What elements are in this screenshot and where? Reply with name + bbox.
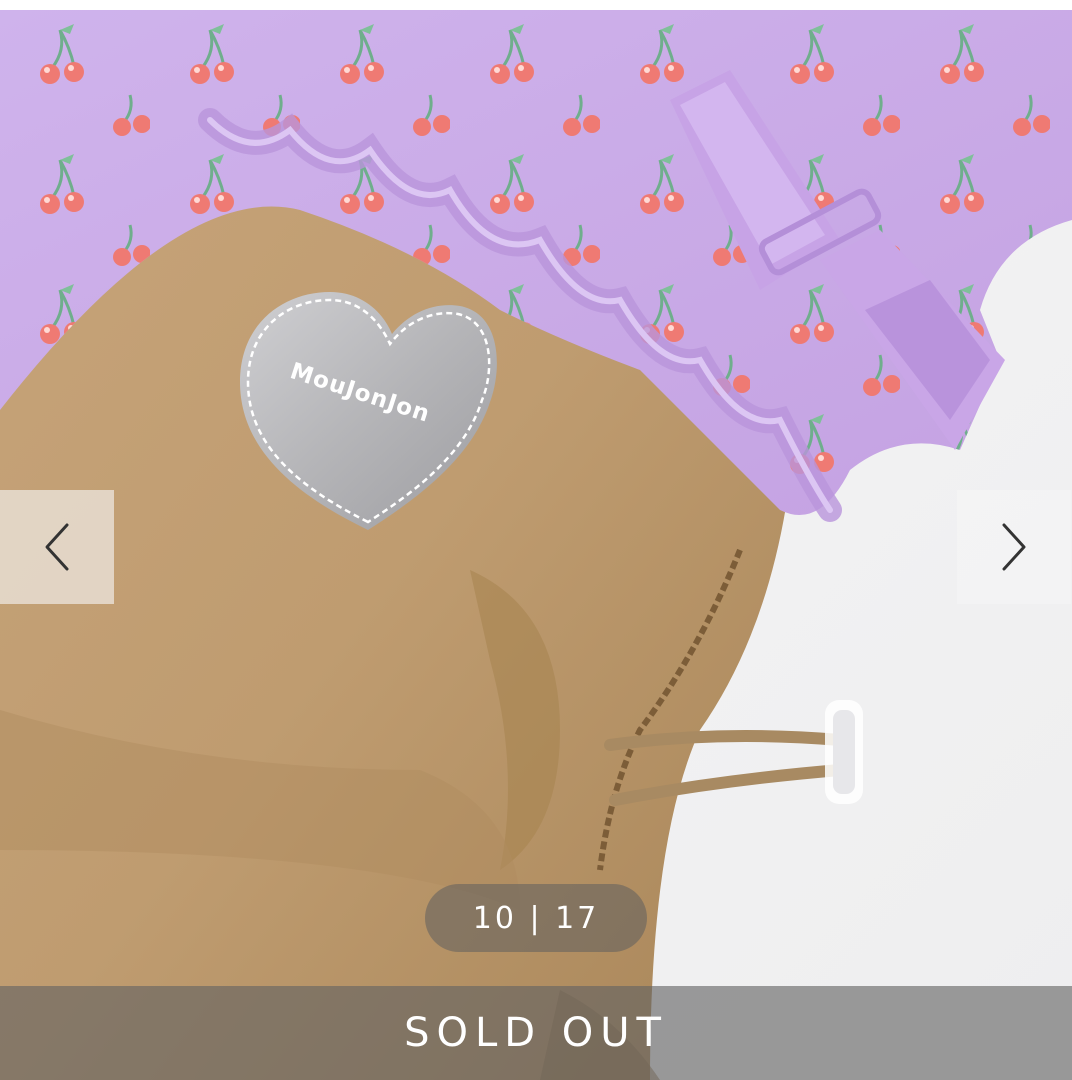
previous-image-button[interactable] [0,490,114,604]
chevron-right-icon [1002,523,1026,571]
product-image-viewer: MouJonJon 10 | 17 SOLD OUT [0,0,1072,1080]
sold-out-banner: SOLD OUT [0,986,1072,1080]
next-image-button[interactable] [957,490,1071,604]
image-counter: 10 | 17 [425,884,647,952]
sold-out-label: SOLD OUT [404,1010,668,1056]
chevron-left-icon [45,523,69,571]
top-strip [0,0,1072,10]
image-counter-text: 10 | 17 [472,900,600,936]
